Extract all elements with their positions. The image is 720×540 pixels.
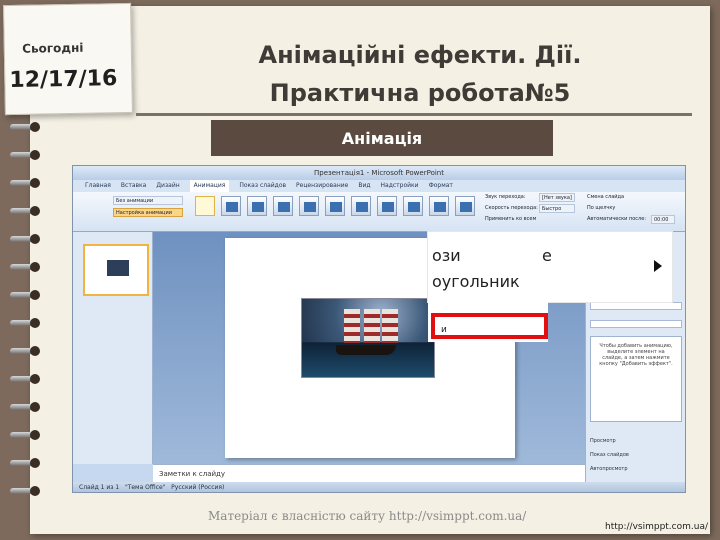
pane-field[interactable]: [590, 302, 682, 310]
date-note: Сьогодні 12/17/16: [3, 2, 133, 116]
speed-select[interactable]: Быстро: [539, 204, 575, 213]
status-language: Русский (Россия): [171, 484, 225, 491]
on-click-checkbox[interactable]: По щелчку: [587, 205, 615, 211]
slides-panel: [73, 232, 153, 464]
zoom-text-1: ози: [432, 246, 461, 265]
tab-view[interactable]: Вид: [358, 180, 370, 192]
ring: [8, 260, 48, 274]
apply-all-button[interactable]: Применить ко всем: [485, 216, 536, 222]
tab-home[interactable]: Главная: [85, 180, 111, 192]
ring: [8, 232, 48, 246]
highlight-box: и: [431, 313, 548, 339]
zoom-text-e: е: [542, 246, 552, 265]
ring: [8, 344, 48, 358]
tab-design[interactable]: Дизайн: [156, 180, 179, 192]
date-label: Сьогодні: [22, 40, 84, 56]
autopreview-checkbox[interactable]: Автопросмотр: [590, 466, 628, 472]
status-theme: "Тема Office": [124, 484, 166, 491]
date-value: 12/17/16: [9, 66, 118, 94]
pane-field[interactable]: [590, 320, 682, 328]
transition-thumb[interactable]: [351, 196, 371, 216]
title-line-1: Анімаційні ефекти. Дії.: [258, 41, 582, 69]
sound-select[interactable]: [Нет звука]: [539, 193, 575, 202]
ship-picture[interactable]: [301, 298, 435, 378]
transition-thumb[interactable]: [429, 196, 449, 216]
notes-field[interactable]: Заметки к слайду: [153, 464, 585, 482]
ring: [8, 288, 48, 302]
transition-thumb[interactable]: [403, 196, 423, 216]
zoom-text-2: оугольник: [432, 272, 520, 291]
transition-thumb[interactable]: [299, 196, 319, 216]
transition-thumb[interactable]: [325, 196, 345, 216]
tab-format[interactable]: Формат: [429, 180, 453, 192]
footer-attribution: Матеріал є власністю сайту http://vsimpp…: [208, 509, 527, 523]
transition-none[interactable]: [195, 196, 215, 216]
highlight-text: и: [441, 325, 447, 335]
ring: [8, 400, 48, 414]
pane-hint: Чтобы добавить анимацию, выделите элемен…: [590, 336, 682, 422]
ribbon: Без анимации Настройка анимации Звук пер…: [73, 192, 685, 232]
title-line-2: Практична робота№5: [269, 79, 571, 107]
status-bar: Слайд 1 из 1 "Тема Office" Русский (Росс…: [73, 482, 685, 492]
transition-thumb[interactable]: [273, 196, 293, 216]
transition-thumb[interactable]: [247, 196, 267, 216]
ring: [8, 316, 48, 330]
window-title: Презентація1 - Microsoft PowerPoint: [73, 166, 685, 180]
auto-after-checkbox[interactable]: Автоматически после:: [587, 216, 646, 222]
tab-review[interactable]: Рецензирование: [296, 180, 348, 192]
ring: [8, 372, 48, 386]
ring: [8, 456, 48, 470]
powerpoint-screenshot: Презентація1 - Microsoft PowerPoint Глав…: [72, 165, 686, 493]
slideshow-button[interactable]: Показ слайдов: [590, 452, 629, 458]
setup-animation-button[interactable]: Настройка анимации: [113, 208, 183, 217]
transition-thumb[interactable]: [377, 196, 397, 216]
ring: [8, 176, 48, 190]
status-slide: Слайд 1 из 1: [79, 484, 120, 491]
ribbon-tabs: Главная Вставка Дизайн Анимация Показ сл…: [73, 180, 685, 192]
zoomed-menu: ози е оугольник: [428, 232, 672, 302]
tab-addins[interactable]: Надстройки: [381, 180, 419, 192]
tab-insert[interactable]: Вставка: [121, 180, 146, 192]
title-divider: [136, 113, 692, 116]
transition-thumb[interactable]: [455, 196, 475, 216]
ring: [8, 204, 48, 218]
ring: [8, 148, 48, 162]
tab-animation[interactable]: Анимация: [189, 180, 230, 192]
sound-label: Звук перехода:: [485, 194, 526, 200]
footer-url[interactable]: http://vsimppt.com.ua/: [605, 522, 708, 532]
spiral-binding: [8, 120, 48, 500]
submenu-arrow-icon: [654, 260, 662, 272]
play-button[interactable]: Просмотр: [590, 438, 616, 444]
transition-thumb[interactable]: [221, 196, 241, 216]
auto-time-field[interactable]: 00:00: [651, 215, 675, 224]
page-title: Анімаційні ефекти. Дії. Практична робота…: [150, 36, 690, 112]
animation-select[interactable]: Без анимации: [113, 196, 183, 205]
section-banner: Анімація: [211, 120, 553, 156]
advance-label: Смена слайда: [587, 194, 625, 200]
speed-label: Скорость перехода:: [485, 205, 538, 211]
ring: [8, 120, 48, 134]
ring: [8, 484, 48, 498]
ring: [8, 428, 48, 442]
slide-thumbnail[interactable]: [83, 244, 149, 296]
tab-slideshow[interactable]: Показ слайдов: [239, 180, 286, 192]
